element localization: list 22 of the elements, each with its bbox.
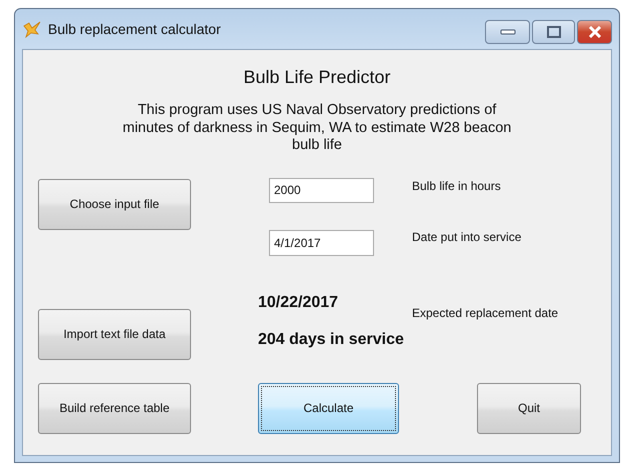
- close-icon: [588, 26, 602, 38]
- window-title: Bulb replacement calculator: [48, 21, 221, 37]
- input-field[interactable]: 4/1/2017: [269, 230, 374, 256]
- maximize-button[interactable]: [532, 20, 575, 44]
- replacement-date: 10/22/2017: [258, 294, 340, 312]
- minimize-button[interactable]: [485, 20, 530, 44]
- description-text: This program uses US Naval Observatory predictions of minutes of darkness in Sequim, WA to estimate W28 beacon bulb life: [122, 102, 512, 154]
- build-table-button[interactable]: Build reference table: [38, 382, 191, 434]
- quit-button[interactable]: Quit: [477, 382, 581, 434]
- app-heading: Bulb Life Predictor: [242, 67, 392, 88]
- input-field[interactable]: 2000: [269, 178, 374, 202]
- result-label: Expected replacement date: [412, 306, 558, 320]
- import-button[interactable]: Import text file data: [38, 308, 191, 360]
- app-icon: [22, 20, 42, 38]
- field-label: Bulb life in hours: [412, 178, 502, 192]
- field-label: Date put into service: [412, 230, 522, 244]
- days-in-service: 204 days in service: [258, 330, 405, 348]
- calculate-button[interactable]: Calculate: [258, 382, 399, 434]
- maximize-icon: [546, 26, 560, 38]
- close-button[interactable]: [577, 20, 612, 44]
- choose-file-button[interactable]: Choose input file: [38, 178, 191, 230]
- minimize-icon: [500, 29, 516, 35]
